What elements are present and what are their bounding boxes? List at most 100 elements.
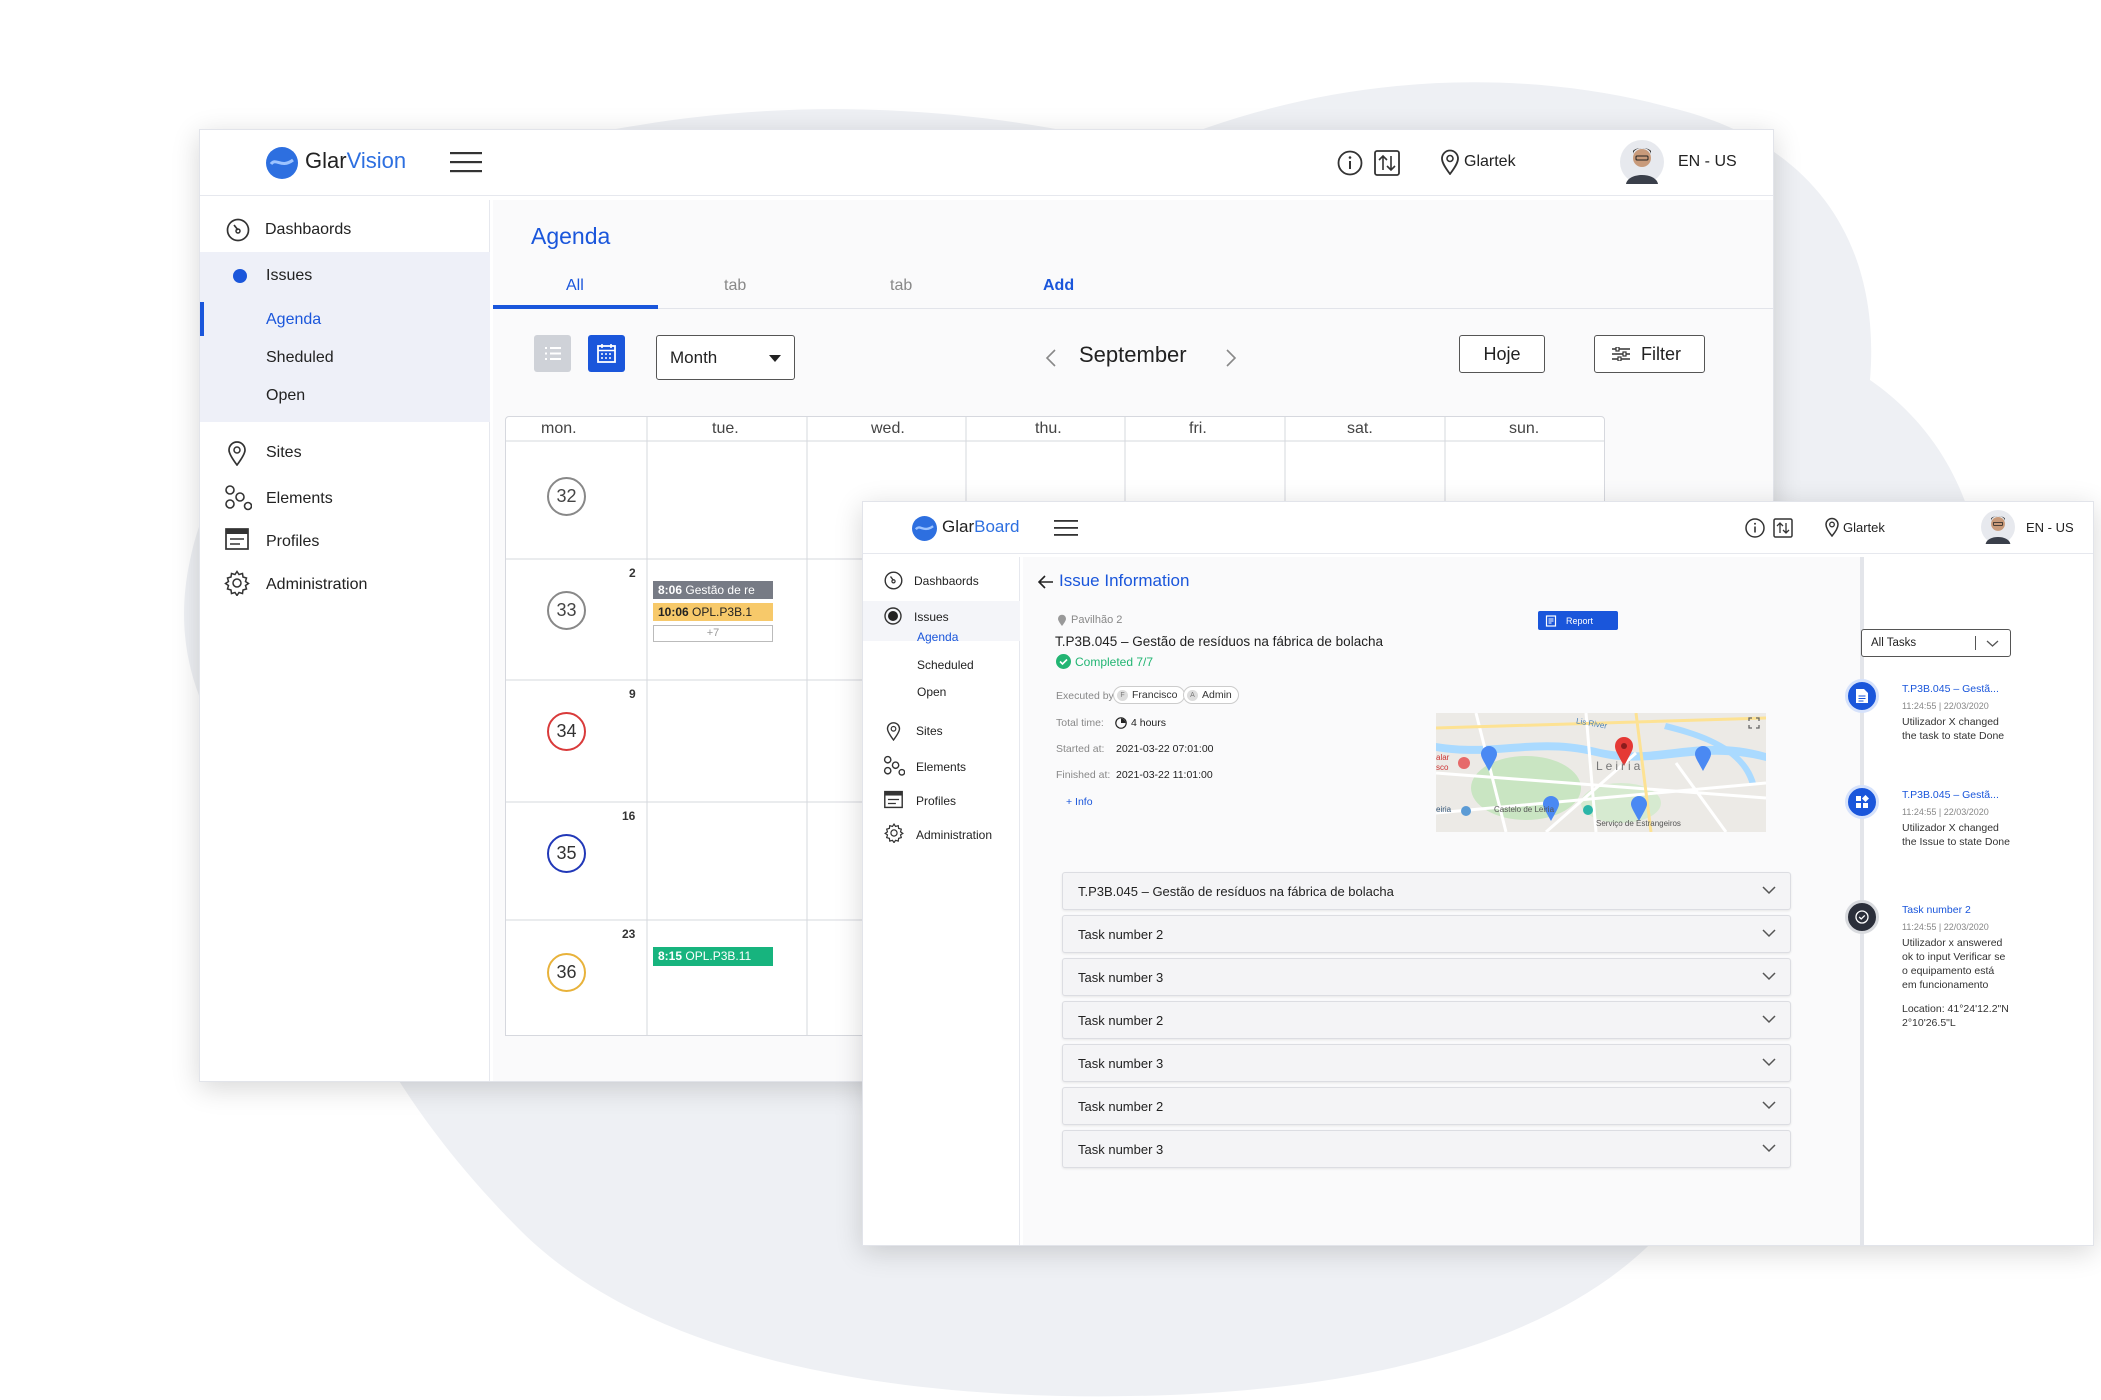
timeline-item-title[interactable]: T.P3B.045 – Gestã...: [1902, 789, 1999, 801]
tab-3[interactable]: tab: [890, 277, 912, 295]
sidebar: Dashbaords Issues Agenda Sheduled Open S…: [200, 200, 490, 1081]
calendar-view-icon[interactable]: [588, 335, 625, 372]
date-2: 2: [629, 566, 636, 580]
accordion-item[interactable]: Task number 2: [1062, 1087, 1791, 1125]
sidebar-item-profiles[interactable]: Profiles: [266, 533, 319, 551]
today-button[interactable]: Hoje: [1459, 335, 1545, 373]
executor-chip-admin[interactable]: A Admin: [1183, 686, 1239, 704]
info-icon[interactable]: [1337, 150, 1363, 176]
date-16: 16: [622, 809, 636, 823]
accordion-item[interactable]: Task number 2: [1062, 1001, 1791, 1039]
map-label-city: Leiria: [1596, 759, 1644, 773]
back-arrow-icon[interactable]: [1038, 575, 1054, 589]
calendar-event-grey[interactable]: 8:06 Gestão de re: [653, 581, 773, 599]
accordion-item[interactable]: Task number 2: [1062, 915, 1791, 953]
sidebar-item-scheduled[interactable]: Scheduled: [917, 658, 974, 672]
accordion-item[interactable]: T.P3B.045 – Gestão de resíduos na fábric…: [1062, 872, 1791, 910]
timeline-item-title[interactable]: T.P3B.045 – Gestã...: [1902, 683, 1999, 695]
map-label-alar: alar: [1436, 753, 1450, 762]
sidebar-item-administration[interactable]: Administration: [916, 828, 992, 842]
timeline-item-text: o equipamento está: [1902, 965, 1995, 977]
timeline-item-text: Utilizador X changed: [1902, 716, 1999, 728]
started-label: Started at:: [1056, 743, 1105, 755]
location-label[interactable]: Glartek: [1464, 153, 1516, 171]
timeline-item-title[interactable]: Task number 2: [1902, 904, 1971, 916]
location-label[interactable]: Glartek: [1843, 520, 1885, 535]
top-bar: GlarBoard Glartek EN - US: [863, 502, 2093, 554]
tab-add[interactable]: Add: [1043, 277, 1074, 295]
sidebar-item-issues[interactable]: Issues: [266, 267, 312, 285]
user-avatar[interactable]: [1981, 510, 2015, 544]
executor-name: Admin: [1202, 689, 1232, 701]
report-document-icon: [1545, 614, 1557, 627]
sort-icon[interactable]: [1773, 518, 1793, 538]
app-logo-text[interactable]: GlarVision: [305, 148, 406, 174]
sidebar-item-issues[interactable]: Issues: [914, 610, 949, 624]
timeline-item-text: the task to state Done: [1902, 730, 2005, 742]
fullscreen-icon[interactable]: [1748, 717, 1760, 729]
sort-icon[interactable]: [1374, 150, 1400, 176]
administration-gear-icon: [884, 823, 904, 843]
sidebar-item-agenda[interactable]: Agenda: [917, 630, 958, 644]
sidebar-item-scheduled[interactable]: Sheduled: [266, 349, 334, 367]
more-events-button[interactable]: +7: [653, 625, 773, 642]
accordion-label: Task number 2: [1078, 1099, 1164, 1114]
total-time-label: Total time:: [1056, 717, 1104, 729]
executor-chip-francisco[interactable]: F Francisco: [1113, 686, 1185, 704]
sidebar-item-open[interactable]: Open: [917, 685, 946, 699]
prev-month-icon[interactable]: [1045, 348, 1057, 368]
issue-location: Pavilhão 2: [1071, 614, 1123, 626]
language-selector[interactable]: EN - US: [2026, 520, 2074, 535]
accordion-label: T.P3B.045 – Gestão de resíduos na fábric…: [1078, 884, 1394, 899]
total-time-value: 4 hours: [1131, 717, 1167, 729]
sidebar-item-elements[interactable]: Elements: [916, 760, 966, 774]
accordion-label: Task number 3: [1078, 1142, 1164, 1157]
accordion-item[interactable]: Task number 3: [1062, 1044, 1791, 1082]
sidebar-item-elements[interactable]: Elements: [266, 490, 333, 508]
view-select[interactable]: Month: [656, 335, 795, 380]
hamburger-menu-icon[interactable]: [450, 150, 482, 174]
info-icon[interactable]: [1745, 518, 1765, 538]
accordion-label: Task number 3: [1078, 1056, 1164, 1071]
user-avatar[interactable]: [1620, 140, 1664, 184]
sidebar-item-open[interactable]: Open: [266, 387, 305, 405]
filter-button[interactable]: Filter: [1594, 335, 1705, 373]
tab-all[interactable]: All: [566, 277, 584, 295]
timeline-panel: [1864, 557, 2093, 1245]
chevron-down-icon: [1762, 1015, 1776, 1024]
accordion-item[interactable]: Task number 3: [1062, 1130, 1791, 1168]
timeline-item-time: 11:24:55 | 22/03/2020: [1902, 807, 1989, 817]
date-9: 9: [629, 687, 636, 701]
calendar-event-green[interactable]: 8:15 OPL.P3B.11: [653, 947, 773, 966]
sidebar-item-sites[interactable]: Sites: [916, 724, 943, 738]
report-label: Report: [1566, 615, 1594, 626]
accordion-item[interactable]: Task number 3: [1062, 958, 1791, 996]
tab-2[interactable]: tab: [724, 277, 746, 295]
select-divider: [1975, 636, 1976, 650]
hamburger-menu-icon[interactable]: [1054, 519, 1078, 537]
sidebar-item-administration[interactable]: Administration: [266, 576, 367, 594]
all-tasks-select[interactable]: All Tasks: [1861, 629, 2011, 657]
sidebar-item-profiles[interactable]: Profiles: [916, 794, 956, 808]
app-logo-text[interactable]: GlarBoard: [942, 517, 1020, 537]
sidebar-item-agenda[interactable]: Agenda: [266, 311, 321, 329]
page-title: Issue Information: [1059, 571, 1190, 590]
info-link[interactable]: + Info: [1066, 796, 1093, 808]
chevron-down-icon: [1762, 886, 1776, 895]
top-bar: GlarVision Glartek EN - US: [200, 130, 1773, 196]
language-selector[interactable]: EN - US: [1678, 153, 1737, 171]
calendar-event-yellow[interactable]: 10:06 OPL.P3B.1: [653, 603, 773, 621]
executor-initial: F: [1117, 689, 1128, 701]
sidebar-item-sites[interactable]: Sites: [266, 444, 302, 462]
location-small-icon: [1057, 614, 1067, 627]
next-month-icon[interactable]: [1225, 348, 1237, 368]
timeline-item-text: Utilizador X changed: [1902, 822, 1999, 834]
chevron-down-icon: [1762, 1144, 1776, 1153]
list-view-icon[interactable]: [534, 335, 571, 372]
week-number-34: 34: [547, 712, 586, 751]
report-button[interactable]: Report: [1538, 611, 1618, 630]
finished-label: Finished at:: [1056, 769, 1111, 781]
sidebar-item-dashboards[interactable]: Dashbaords: [914, 574, 979, 588]
sidebar-item-dashboards[interactable]: Dashbaords: [265, 221, 351, 239]
location-map[interactable]: Lis River Leiria alar sco eiria Castelo …: [1436, 713, 1766, 832]
